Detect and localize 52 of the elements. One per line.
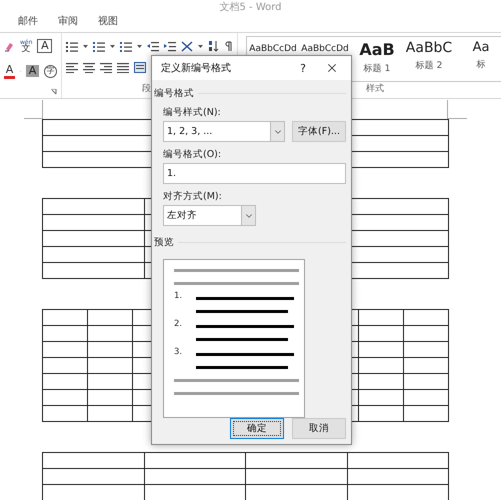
style-name: 标: [476, 58, 486, 71]
character-shading-button[interactable]: A: [26, 65, 39, 77]
field-label: 对齐方式(M):: [163, 190, 223, 203]
dialog-button[interactable]: 确定: [230, 418, 284, 439]
window-title: 文档5 - Word: [219, 0, 282, 14]
group-label: 段: [142, 82, 151, 95]
ribbon-tab[interactable]: 审阅: [58, 14, 78, 32]
style-sample[interactable]: AaBbC: [406, 40, 452, 56]
multilevel-list-icon[interactable]: [120, 40, 132, 52]
field-label: 编号格式(O):: [163, 148, 222, 161]
dialog-title: 定义新编号格式: [161, 62, 232, 75]
clear-formatting-icon[interactable]: [4, 40, 15, 52]
style-sample[interactable]: AaBbCcDd: [249, 44, 297, 54]
style-sample[interactable]: AaB: [359, 40, 395, 59]
dialog-button[interactable]: 取消: [292, 418, 346, 439]
numbered-list-icon[interactable]: [93, 40, 105, 52]
align-right-icon[interactable]: [100, 62, 112, 73]
bullet-list-icon[interactable]: [66, 40, 78, 52]
crop-mark: [24, 100, 43, 119]
font-color-button[interactable]: A: [4, 64, 15, 78]
justify-icon[interactable]: [117, 62, 129, 73]
align-center-icon[interactable]: [83, 62, 95, 73]
font-button[interactable]: 字体(F)...: [292, 121, 346, 142]
preview-number: 1.: [174, 292, 184, 300]
field-label: 编号样式(N):: [163, 106, 222, 119]
crop-mark: [447, 100, 467, 119]
close-icon[interactable]: [325, 61, 339, 75]
section-heading: 编号格式: [154, 87, 194, 100]
style-name: 标题 2: [416, 60, 442, 72]
style-name: 标题 1: [364, 62, 390, 75]
preview-number: 2.: [174, 320, 184, 328]
number-style-dropdown[interactable]: 1, 2, 3, ...: [163, 121, 285, 142]
increase-indent-icon[interactable]: [164, 40, 176, 52]
align-left-icon[interactable]: [66, 62, 78, 73]
group-label: 样式: [366, 82, 384, 95]
chinese-layout-icon[interactable]: [181, 40, 193, 52]
dialog-launcher-icon[interactable]: [51, 89, 57, 95]
paragraph-mark-icon[interactable]: [224, 40, 233, 52]
distributed-icon[interactable]: [134, 62, 146, 73]
preview-number: 3.: [174, 348, 184, 356]
ribbon-tab[interactable]: 视图: [98, 14, 118, 32]
style-sample[interactable]: Aa: [472, 40, 490, 55]
ribbon-tab[interactable]: 邮件: [18, 14, 38, 32]
help-button[interactable]: ?: [291, 62, 315, 74]
sort-icon[interactable]: [208, 40, 219, 52]
style-sample[interactable]: AaBbCcDd: [301, 44, 349, 54]
decrease-indent-icon[interactable]: [147, 40, 159, 52]
number-format-field[interactable]: 1.: [163, 163, 346, 184]
section-heading: 预览: [154, 236, 174, 249]
character-border-button[interactable]: A: [37, 39, 52, 53]
enclose-characters-button[interactable]: 字: [44, 64, 57, 78]
alignment-dropdown[interactable]: 左对齐: [163, 205, 256, 226]
